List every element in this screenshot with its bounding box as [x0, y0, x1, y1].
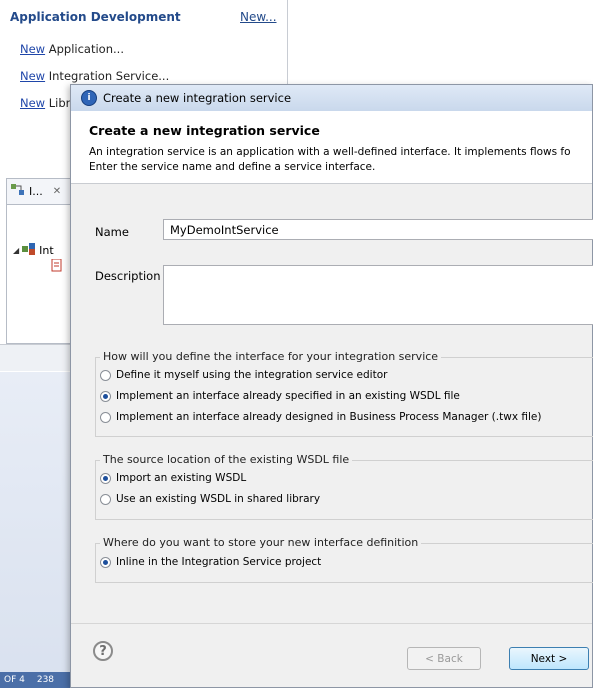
dialog-header: Create a new integration service An inte… — [71, 111, 592, 184]
next-button[interactable]: Next > — [509, 647, 589, 670]
project-icon — [22, 243, 36, 258]
app-dev-new-link[interactable]: New... — [240, 10, 277, 24]
name-input[interactable] — [163, 219, 593, 240]
back-button[interactable]: < Back — [407, 647, 481, 670]
wsdl-source-group: The source location of the existing WSDL… — [95, 453, 593, 520]
view-tab-label: I... — [29, 185, 43, 198]
dialog-header-title: Create a new integration service — [89, 123, 320, 138]
new-application-link[interactable]: New Application... — [20, 42, 124, 56]
implement-wsdl-option[interactable]: Implement an interface already specified… — [100, 390, 460, 402]
define-myself-radio[interactable] — [100, 369, 111, 381]
shared-library-wsdl-radio[interactable] — [100, 493, 111, 505]
dialog-header-description: An integration service is an application… — [89, 146, 571, 173]
status-right: 238 — [36, 675, 55, 685]
shared-library-wsdl-label: Use an existing WSDL in shared library — [116, 493, 321, 505]
help-icon[interactable]: ? — [93, 641, 113, 661]
dialog-titlebar[interactable]: i Create a new integration service — [71, 85, 592, 111]
interface-definition-legend: How will you define the interface for yo… — [100, 350, 442, 363]
define-myself-option[interactable]: Define it myself using the integration s… — [100, 369, 387, 381]
integration-view-icon — [11, 184, 25, 199]
import-wsdl-option[interactable]: Import an existing WSDL — [100, 472, 246, 484]
app-dev-title: Application Development — [10, 10, 181, 24]
status-left: OF 4 — [4, 675, 25, 685]
implement-bpm-radio[interactable] — [100, 411, 111, 423]
description-label: Description — [95, 269, 161, 283]
tree-item-label: Int — [39, 244, 54, 257]
interface-storage-group: Where do you want to store your new inte… — [95, 536, 593, 583]
dialog-window-title: Create a new integration service — [103, 91, 292, 105]
new-integration-service-link[interactable]: New Integration Service... — [20, 69, 169, 83]
description-input[interactable] — [163, 265, 593, 325]
name-label: Name — [95, 225, 129, 239]
new-library-link[interactable]: New Libra — [20, 96, 77, 110]
new-integration-service-dialog: i Create a new integration service Creat… — [70, 84, 593, 688]
status-bar: OF 4 238 — [0, 672, 80, 688]
implement-bpm-option[interactable]: Implement an interface already designed … — [100, 411, 541, 423]
flow-warning-icon — [51, 258, 63, 276]
import-wsdl-label: Import an existing WSDL — [116, 472, 247, 484]
editor-area — [288, 0, 593, 90]
workbench-background: OF 4 238 — [0, 372, 80, 688]
inline-project-radio[interactable] — [100, 556, 111, 568]
define-myself-label: Define it myself using the integration s… — [116, 369, 388, 381]
wsdl-source-legend: The source location of the existing WSDL… — [100, 453, 353, 466]
shared-library-wsdl-option[interactable]: Use an existing WSDL in shared library — [100, 493, 320, 505]
import-wsdl-radio[interactable] — [100, 472, 111, 484]
implement-bpm-label: Implement an interface already designed … — [116, 411, 542, 423]
interface-storage-legend: Where do you want to store your new inte… — [100, 536, 422, 549]
tree-item[interactable]: ◢ Int — [13, 243, 54, 258]
implement-wsdl-radio[interactable] — [100, 390, 111, 402]
view-close-icon[interactable]: ✕ — [53, 186, 61, 197]
tree-expand-icon[interactable]: ◢ — [13, 246, 19, 255]
implement-wsdl-label: Implement an interface already specified… — [116, 390, 460, 402]
inline-project-option[interactable]: Inline in the Integration Service projec… — [100, 556, 321, 568]
footer-separator — [71, 623, 592, 624]
inline-project-label: Inline in the Integration Service projec… — [116, 556, 322, 568]
ibm-app-icon: i — [81, 90, 97, 106]
interface-definition-group: How will you define the interface for yo… — [95, 350, 593, 437]
